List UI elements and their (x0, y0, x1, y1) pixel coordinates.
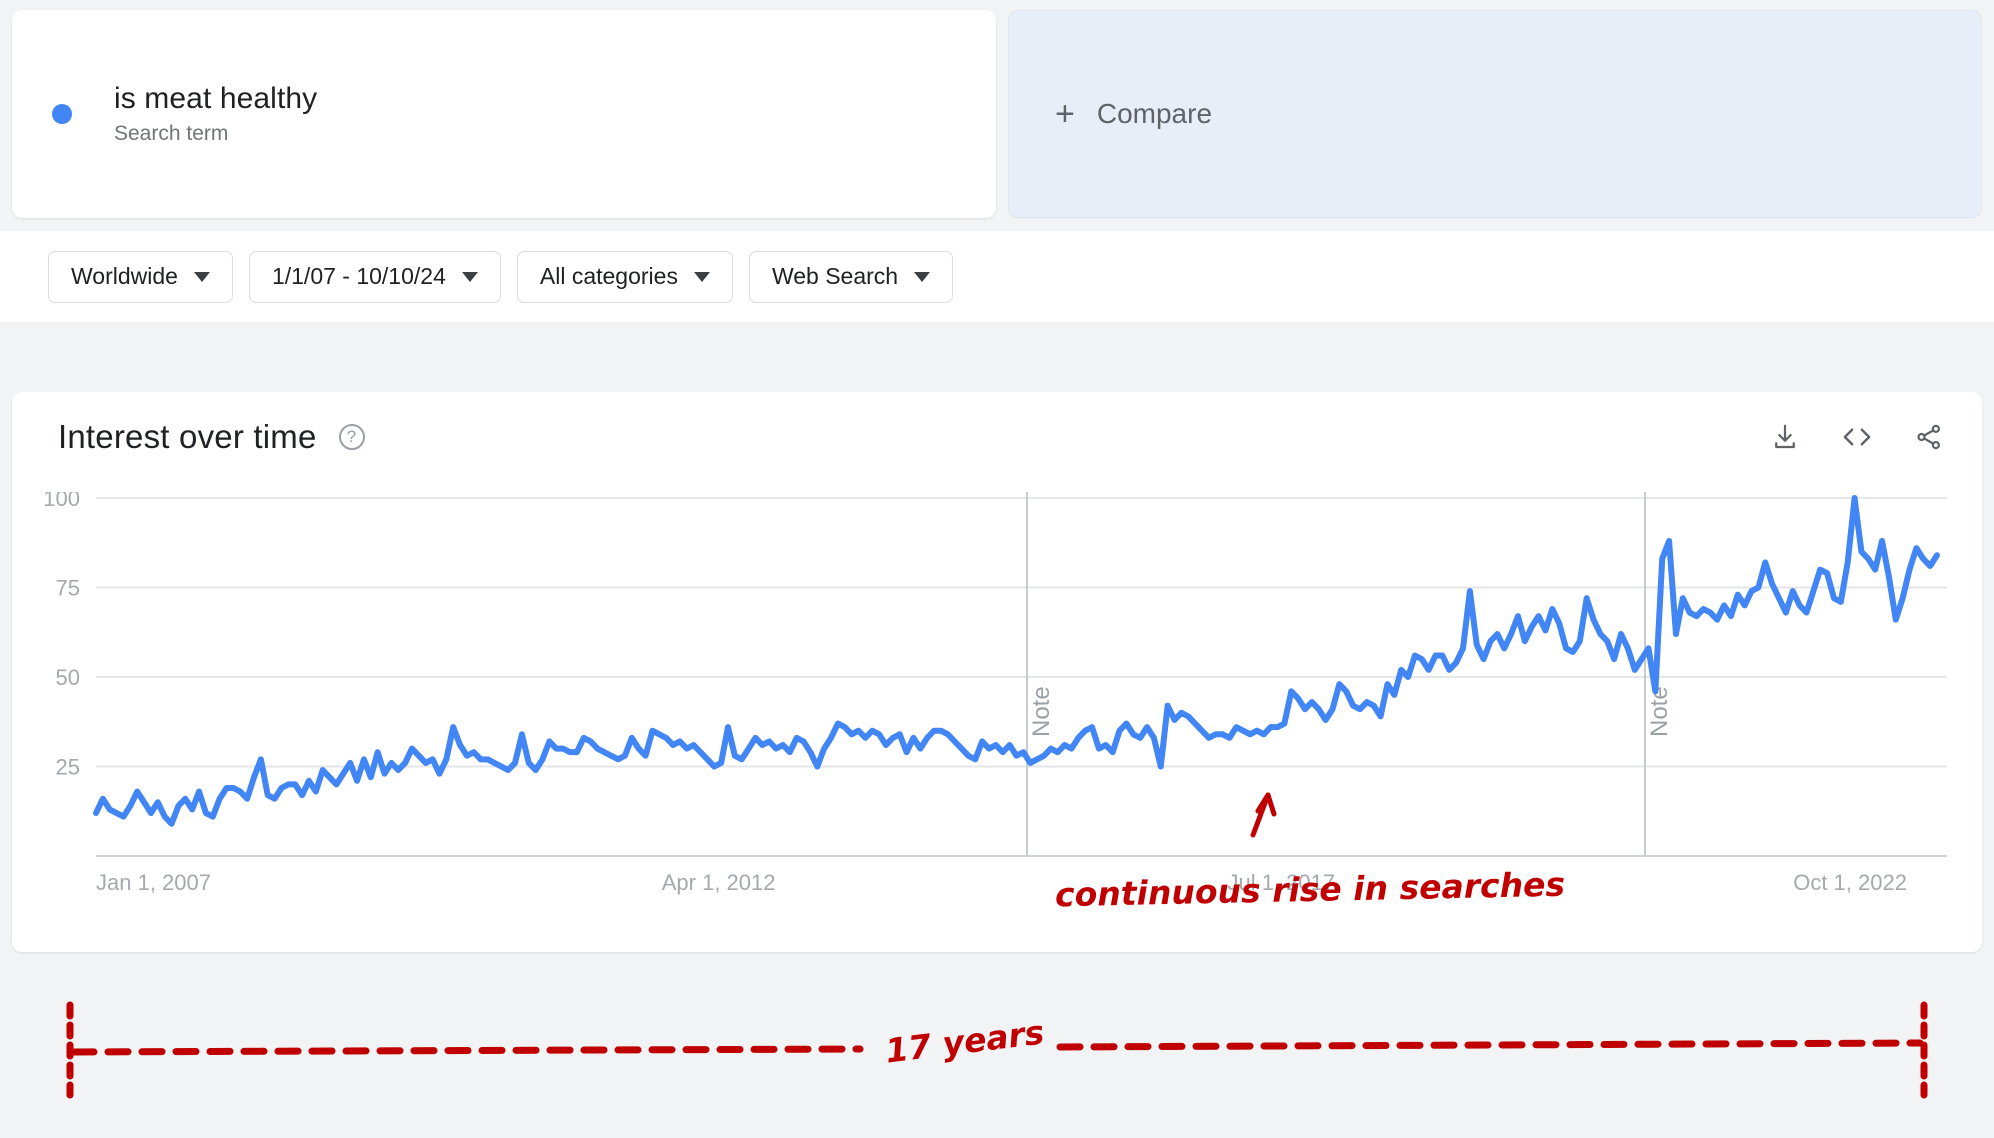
x-axis-tick-label: Oct 1, 2022 (1793, 870, 1907, 895)
y-axis-tick-label: 100 (43, 492, 80, 511)
location-filter[interactable]: Worldwide (48, 250, 233, 303)
compare-inner: + Compare (1055, 97, 1212, 131)
series-color-dot (52, 104, 72, 124)
interest-over-time-card: Interest over time ? 100 75 50 25 Jan 1,… (12, 392, 1982, 952)
category-filter[interactable]: All categories (516, 250, 733, 303)
search-terms-row: is meat healthy Search term + Compare (0, 0, 1994, 230)
interest-line-chart: 100 75 50 25 Jan 1, 2007 Apr 1, 2012 Jul 1, 20… (43, 492, 1947, 895)
y-axis-tick-label: 25 (56, 755, 80, 780)
chart-header: Interest over time ? (12, 392, 1982, 456)
chevron-down-icon (193, 271, 210, 282)
compare-card[interactable]: + Compare (1008, 10, 1982, 218)
chevron-down-icon (461, 271, 478, 282)
search-term-subtitle: Search term (114, 122, 229, 146)
search-term-card[interactable]: is meat healthy Search term (12, 10, 996, 218)
years-bracket (66, 1001, 1928, 1099)
trend-line[interactable] (93, 495, 1940, 827)
y-axis-tick-label: 50 (56, 665, 80, 690)
filter-bar: Worldwide 1/1/07 - 10/10/24 All categori… (0, 230, 1994, 322)
chart-plot-area[interactable]: 100 75 50 25 Jan 1, 2007 Apr 1, 2012 Jul 1, 20… (12, 492, 1982, 952)
plus-icon: + (1055, 95, 1075, 133)
chevron-down-icon (693, 271, 710, 282)
note-marker-label[interactable]: Note (1028, 686, 1055, 737)
date-range-filter[interactable]: 1/1/07 - 10/10/24 (248, 250, 501, 303)
search-type-filter[interactable]: Web Search (748, 250, 954, 303)
years-annotation-text: 17 years (883, 1012, 1047, 1071)
chevron-down-icon (914, 271, 931, 282)
x-axis-tick-label: Apr 1, 2012 (662, 870, 776, 895)
x-axis-tick-label: Jan 1, 2007 (96, 870, 211, 895)
chart-header-left: Interest over time ? (58, 418, 365, 456)
compare-label: Compare (1096, 98, 1213, 129)
category-filter-label: All categories (539, 263, 678, 289)
search-term-title: is meat healthy (114, 81, 318, 115)
download-icon[interactable] (1770, 422, 1800, 452)
chart-title: Interest over time (58, 418, 317, 455)
help-icon[interactable]: ? (338, 424, 365, 450)
note-marker-label[interactable]: Note (1646, 686, 1673, 737)
date-range-filter-label: 1/1/07 - 10/10/24 (271, 263, 446, 289)
location-filter-label: Worldwide (71, 263, 178, 289)
search-term-texts: is meat healthy Search term (114, 82, 317, 147)
chart-toolbar (1770, 422, 1944, 452)
x-axis-tick-label: Jul 1, 2017 (1227, 870, 1335, 895)
embed-icon[interactable] (1840, 422, 1874, 452)
search-type-filter-label: Web Search (771, 263, 899, 289)
share-icon[interactable] (1914, 422, 1944, 452)
y-axis-tick-label: 75 (56, 576, 80, 601)
